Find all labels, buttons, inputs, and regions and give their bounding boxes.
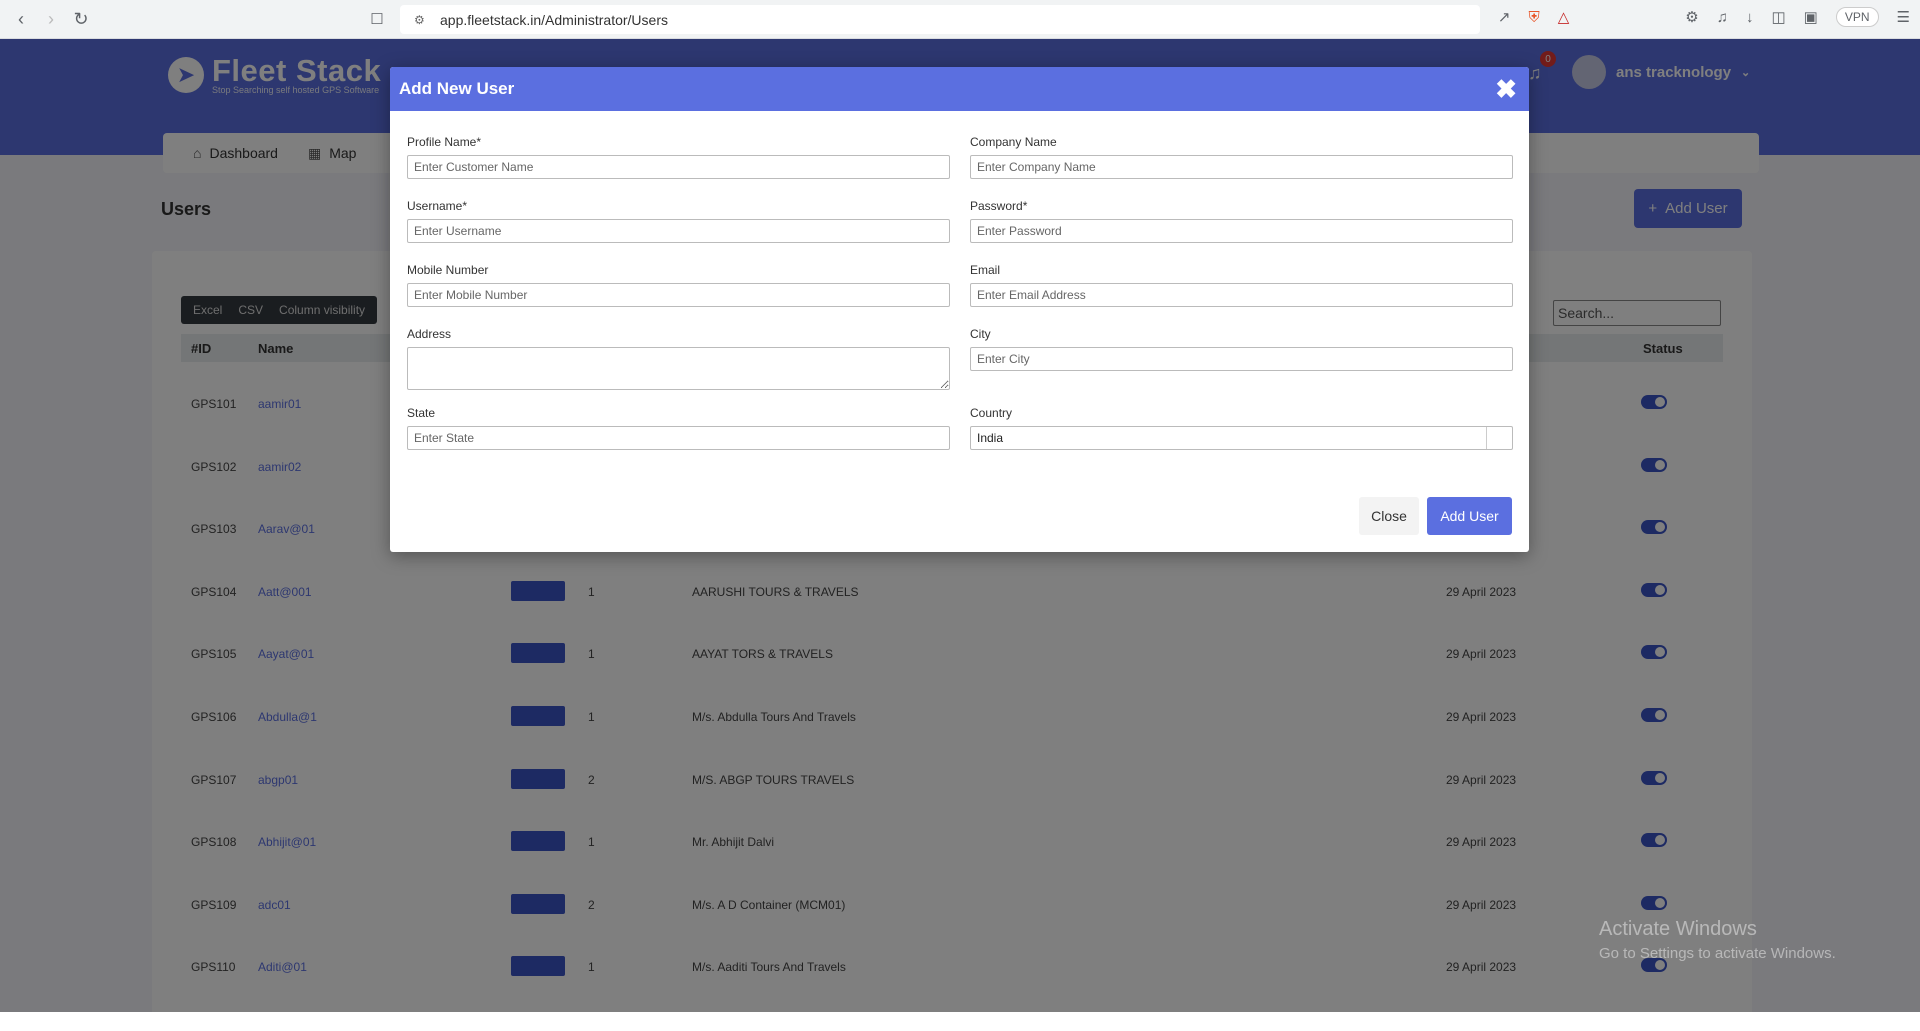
- field-label: Password*: [970, 199, 1028, 213]
- extensions-icon[interactable]: ⚙: [1685, 8, 1698, 26]
- menu-icon[interactable]: ☰: [1897, 8, 1910, 26]
- modal-header: Add New User ✖: [390, 67, 1529, 111]
- profile-name-input[interactable]: [407, 155, 950, 179]
- field-email: Email: [970, 263, 1513, 307]
- field-label: Profile Name*: [407, 135, 482, 149]
- city-input[interactable]: [970, 347, 1513, 371]
- wallet-icon[interactable]: ▣: [1804, 8, 1818, 26]
- submit-add-user-button[interactable]: Add User: [1427, 497, 1512, 535]
- download-icon[interactable]: ↓: [1746, 9, 1754, 26]
- field-address: Address: [407, 327, 950, 395]
- field-country: Country India: [970, 406, 1513, 450]
- password-input[interactable]: [970, 219, 1513, 243]
- vpn-button[interactable]: VPN: [1835, 7, 1879, 27]
- field-label: State: [407, 406, 436, 420]
- field-password: Password*: [970, 199, 1513, 243]
- country-select[interactable]: India: [970, 426, 1513, 450]
- email-input[interactable]: [970, 283, 1513, 307]
- field-label: Email: [970, 263, 1001, 277]
- field-company-name: Company Name: [970, 135, 1513, 179]
- address-bar[interactable]: ⚙ app.fleetstack.in/Administrator/Users: [400, 5, 1480, 34]
- rewards-icon[interactable]: △: [1558, 8, 1570, 26]
- watermark-line2: Go to Settings to activate Windows.: [1599, 945, 1836, 962]
- address-textarea[interactable]: [407, 347, 950, 390]
- windows-watermark: Activate Windows Go to Settings to activ…: [1599, 918, 1836, 962]
- share-icon[interactable]: ↗: [1498, 8, 1511, 26]
- media-icon[interactable]: ♫: [1717, 9, 1728, 26]
- reload-icon[interactable]: ↻: [66, 4, 96, 34]
- dropdown-arrow-icon[interactable]: [1486, 427, 1512, 449]
- bookmark-icon[interactable]: ☐: [362, 4, 392, 34]
- add-user-modal: Add New User ✖ Profile Name* Company Nam…: [390, 67, 1529, 552]
- company-name-input[interactable]: [970, 155, 1513, 179]
- state-input[interactable]: [407, 426, 950, 450]
- browser-extensions: ↗ ⛨ △ ⚙ ♫ ↓ ◫ ▣ VPN ☰: [1498, 7, 1910, 27]
- field-label: Country: [970, 406, 1013, 420]
- country-value: India: [977, 431, 1004, 445]
- close-button[interactable]: Close: [1359, 497, 1419, 535]
- site-info-icon[interactable]: ⚙: [414, 13, 428, 27]
- field-label: Username*: [407, 199, 468, 213]
- close-icon[interactable]: ✖: [1495, 76, 1517, 102]
- field-label: Company Name: [970, 135, 1057, 149]
- field-username: Username*: [407, 199, 950, 243]
- watermark-line1: Activate Windows: [1599, 918, 1757, 940]
- field-profile-name: Profile Name*: [407, 135, 950, 179]
- forward-icon[interactable]: ›: [36, 4, 66, 34]
- browser-toolbar: ‹ › ↻ ☐ ⚙ app.fleetstack.in/Administrato…: [0, 0, 1920, 39]
- modal-title: Add New User: [399, 79, 515, 98]
- url-text: app.fleetstack.in/Administrator/Users: [440, 11, 668, 28]
- back-icon[interactable]: ‹: [6, 4, 36, 34]
- field-label: Mobile Number: [407, 263, 489, 277]
- username-input[interactable]: [407, 219, 950, 243]
- field-label: Address: [407, 327, 452, 341]
- brave-shield-icon[interactable]: ⛨: [1528, 9, 1539, 26]
- field-label: City: [970, 327, 991, 341]
- mobile-input[interactable]: [407, 283, 950, 307]
- field-city: City: [970, 327, 1513, 371]
- sidebar-icon[interactable]: ◫: [1771, 8, 1785, 26]
- modal-footer: Close Add User: [1359, 497, 1512, 535]
- field-mobile: Mobile Number: [407, 263, 950, 307]
- field-state: State: [407, 406, 950, 450]
